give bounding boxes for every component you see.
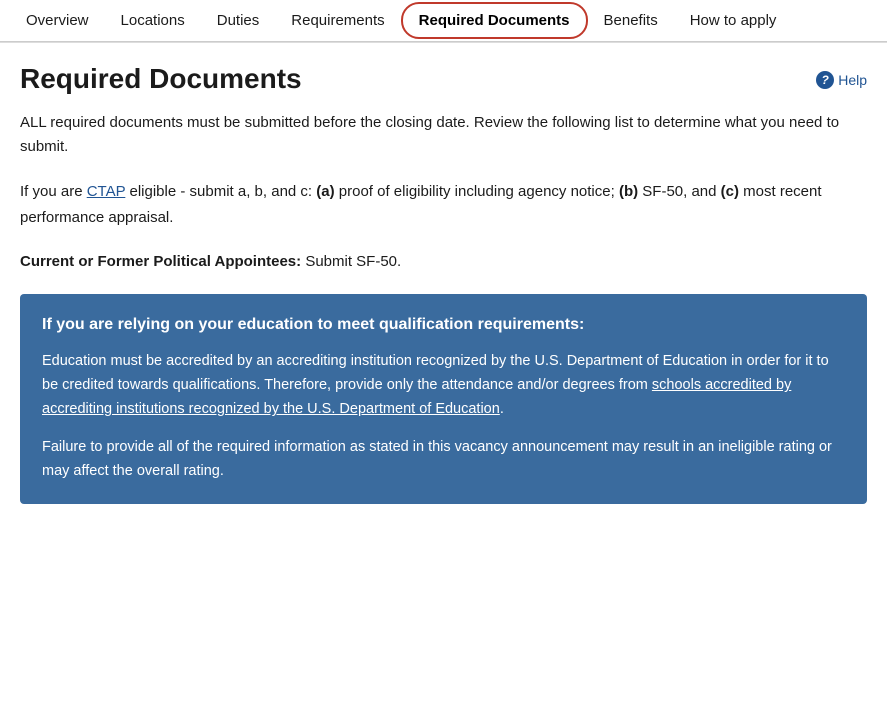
ctap-link[interactable]: CTAP [87, 183, 126, 200]
ctap-text-b: SF-50, and [638, 183, 721, 200]
ctap-bold-b: (b) [619, 183, 638, 200]
ctap-prefix: If you are [20, 183, 87, 200]
help-link[interactable]: ? Help [816, 71, 867, 89]
page-header: Required Documents ? Help [20, 63, 867, 95]
political-label: Current or Former Political Appointees: [20, 253, 301, 270]
page-title: Required Documents [20, 63, 302, 95]
education-info-box: If you are relying on your education to … [20, 294, 867, 504]
political-section: Current or Former Political Appointees: … [20, 250, 867, 274]
nav-item-requirements[interactable]: Requirements [275, 0, 400, 41]
ctap-bold-a: (a) [316, 183, 334, 200]
info-box-para1: Education must be accredited by an accre… [42, 350, 845, 422]
info-box-para2: Failure to provide all of the required i… [42, 436, 845, 484]
help-icon: ? [816, 71, 834, 89]
nav-item-duties[interactable]: Duties [201, 0, 276, 41]
nav-item-locations[interactable]: Locations [105, 0, 201, 41]
ctap-middle: eligible - submit a, b, and c: [125, 183, 316, 200]
info-box-title: If you are relying on your education to … [42, 314, 845, 336]
ctap-section: If you are CTAP eligible - submit a, b, … [20, 179, 867, 230]
nav-item-how-to-apply[interactable]: How to apply [674, 0, 793, 41]
nav-item-required-documents[interactable]: Required Documents [401, 2, 588, 39]
nav-item-overview[interactable]: Overview [10, 0, 105, 41]
info-box-para1-post: . [500, 401, 504, 417]
help-label: Help [838, 72, 867, 88]
political-text: Submit SF-50. [301, 253, 401, 270]
intro-paragraph: ALL required documents must be submitted… [20, 111, 867, 159]
navigation-bar: Overview Locations Duties Requirements R… [0, 0, 887, 42]
ctap-text-a: proof of eligibility including agency no… [335, 183, 619, 200]
nav-item-benefits[interactable]: Benefits [588, 0, 674, 41]
ctap-bold-c: (c) [721, 183, 739, 200]
main-content: Required Documents ? Help ALL required d… [0, 43, 887, 534]
